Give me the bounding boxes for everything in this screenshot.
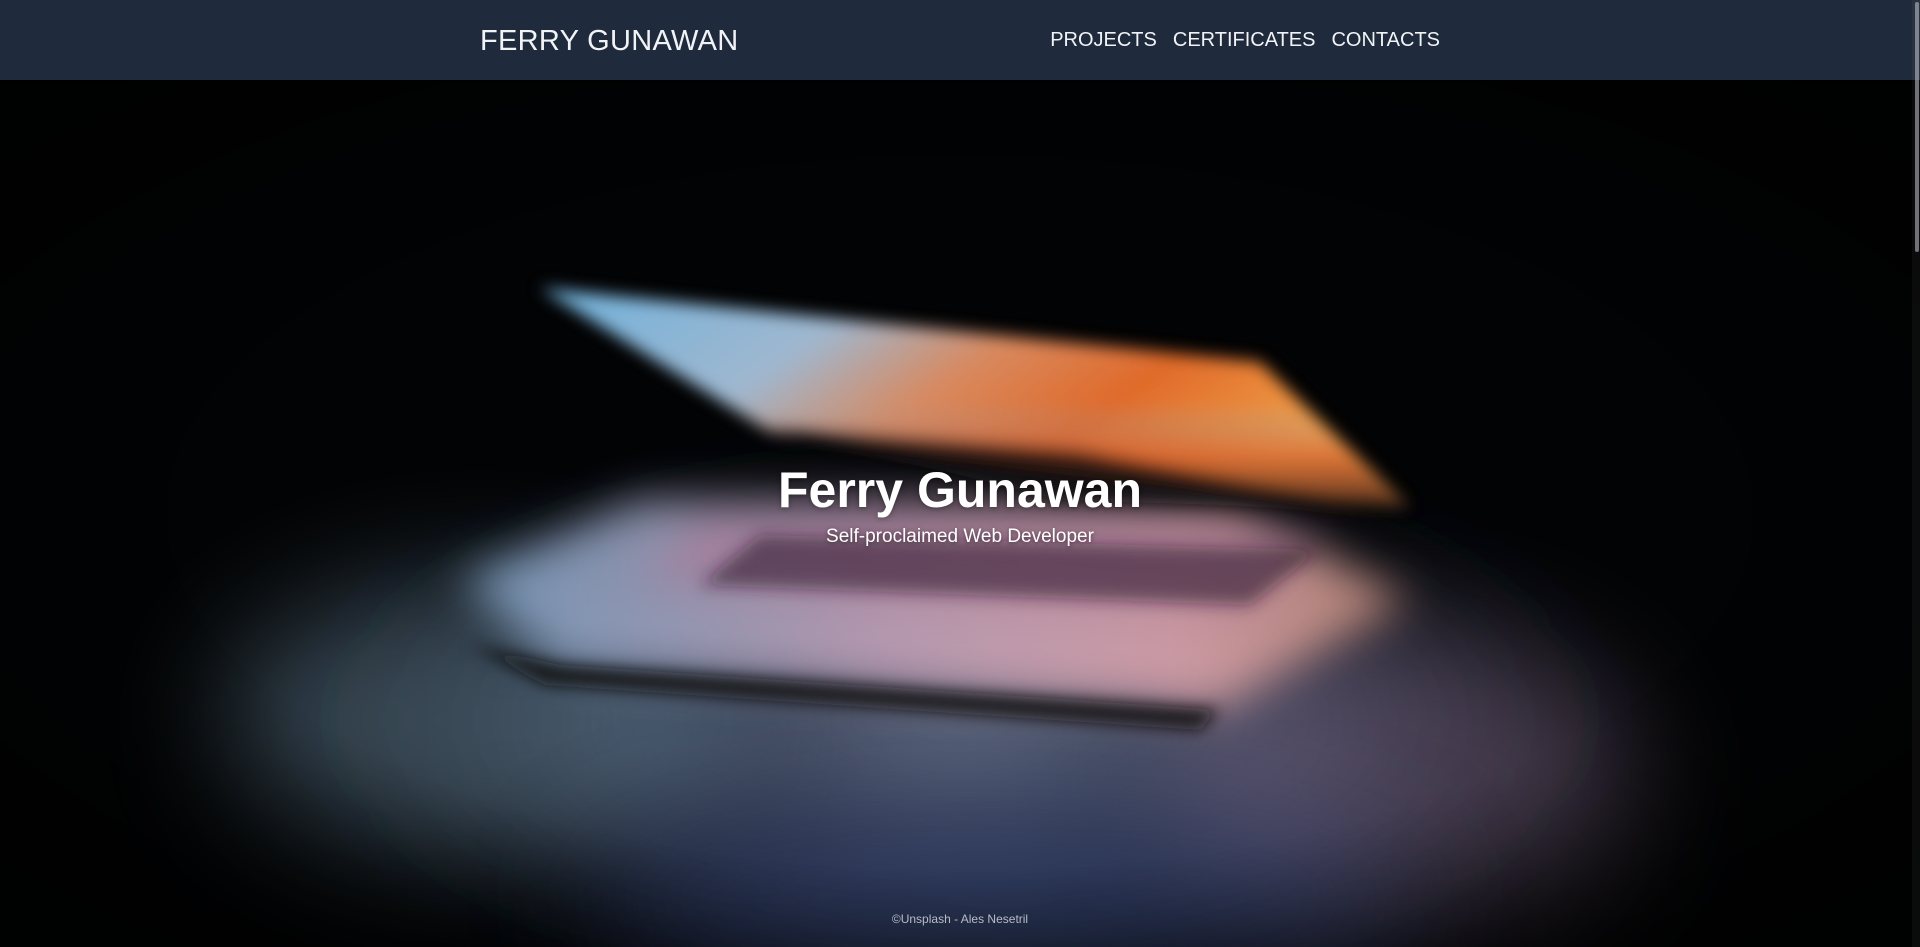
scrollbar-thumb[interactable] — [1915, 2, 1919, 252]
nav-links: PROJECTS CERTIFICATES CONTACTS — [1050, 0, 1440, 80]
navbar: FERRY GUNAWAN PROJECTS CERTIFICATES CONT… — [0, 0, 1920, 80]
photo-credit: ©Unsplash - Ales Nesetril — [891, 912, 1029, 926]
nav-link-certificates[interactable]: CERTIFICATES — [1173, 0, 1316, 82]
hero-text: Ferry Gunawan Self-proclaimed Web Develo… — [0, 460, 1920, 550]
nav-link-contacts[interactable]: CONTACTS — [1331, 0, 1440, 82]
hero-section: Ferry Gunawan Self-proclaimed Web Develo… — [0, 80, 1920, 947]
brand-link[interactable]: FERRY GUNAWAN — [480, 0, 739, 80]
page-scrollbar[interactable] — [1912, 0, 1920, 947]
hero-subtitle: Self-proclaimed Web Developer — [826, 526, 1094, 547]
nav-link-projects[interactable]: PROJECTS — [1050, 0, 1157, 82]
hero-title: Ferry Gunawan — [778, 462, 1142, 518]
